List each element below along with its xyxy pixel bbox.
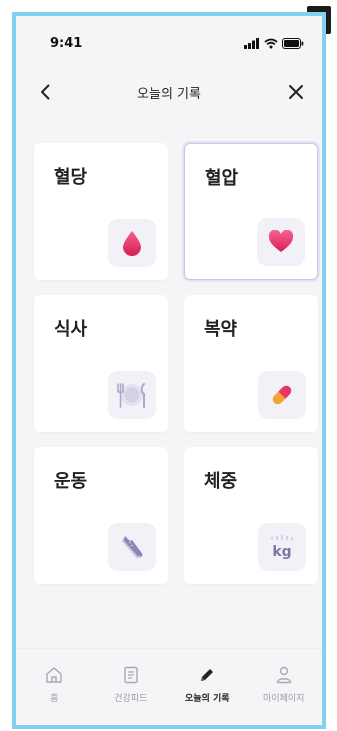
card-icon-container — [108, 523, 156, 571]
card-medication[interactable]: 복약 — [184, 295, 318, 432]
feed-icon — [124, 666, 138, 684]
card-label: 식사 — [54, 319, 88, 340]
bottom-tab-bar: 홈 건강피드 오늘의 기록 마이페이지 — [16, 648, 323, 725]
card-exercise[interactable]: 운동 — [34, 447, 168, 584]
card-icon-container — [108, 219, 156, 267]
battery-icon — [282, 37, 304, 49]
card-label: 혈당 — [54, 167, 88, 188]
weight-scale-icon — [271, 535, 293, 540]
back-icon[interactable] — [36, 82, 56, 102]
card-icon-container — [258, 371, 306, 419]
weight-unit-label: kg — [272, 544, 292, 560]
tab-label: 마이페이지 — [263, 694, 305, 704]
card-icon-container — [108, 371, 156, 419]
card-meal[interactable]: 식사 — [34, 295, 168, 432]
home-icon — [46, 667, 62, 683]
status-icons — [244, 37, 304, 49]
tab-home[interactable]: 홈 — [16, 649, 93, 725]
navigation-bar: 오늘의 기록 — [16, 74, 322, 110]
blood-drop-icon — [123, 231, 141, 256]
card-blood-sugar[interactable]: 혈당 — [34, 143, 168, 280]
card-icon-container: kg — [258, 523, 306, 571]
card-label: 운동 — [54, 471, 88, 492]
phone-screen: 9:41 오늘의 기록 혈당 혈압 식사 복약 운동 체중 kg 홈 건강피드 … — [12, 12, 326, 729]
page-title: 오늘의 기록 — [137, 86, 201, 102]
tab-health-feed[interactable]: 건강피드 — [93, 649, 170, 725]
plate-icon — [117, 383, 145, 408]
card-icon-container — [257, 218, 305, 266]
card-weight[interactable]: 체중 kg — [184, 447, 318, 584]
card-blood-pressure[interactable]: 혈압 — [184, 143, 318, 280]
tab-my-page[interactable]: 마이페이지 — [246, 649, 323, 725]
person-icon — [276, 666, 291, 684]
card-label: 복약 — [204, 319, 238, 340]
pencil-icon — [201, 669, 214, 681]
close-icon[interactable] — [286, 82, 306, 102]
card-label: 체중 — [204, 471, 238, 492]
status-time: 9:41 — [50, 35, 83, 51]
card-label: 혈압 — [205, 168, 239, 189]
tab-label: 홈 — [50, 694, 59, 704]
status-bar: 9:41 — [16, 16, 322, 70]
heart-icon — [268, 230, 294, 252]
tab-today-record[interactable]: 오늘의 기록 — [169, 649, 246, 725]
tab-label: 오늘의 기록 — [184, 694, 230, 704]
pill-icon — [272, 385, 292, 405]
signal-icon — [244, 37, 259, 49]
tab-label: 건강피드 — [114, 694, 148, 704]
sneaker-icon — [122, 536, 143, 558]
wifi-icon — [264, 38, 278, 48]
